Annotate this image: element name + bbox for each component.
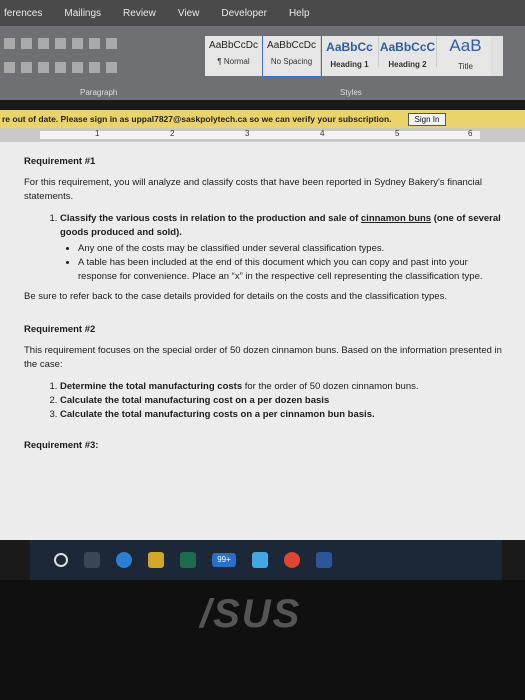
ruler-mark: 4 bbox=[320, 129, 325, 138]
ribbon-tabs: ferences Mailings Review View Developer … bbox=[0, 0, 525, 26]
align-right-icon[interactable] bbox=[38, 62, 49, 73]
mail-badge[interactable]: 99+ bbox=[212, 553, 236, 567]
ruler-mark: 1 bbox=[95, 129, 100, 138]
list-item: Classify the various costs in relation t… bbox=[60, 212, 503, 284]
borders-icon[interactable] bbox=[106, 62, 117, 73]
decrease-indent-icon[interactable] bbox=[55, 38, 66, 49]
increase-indent-icon[interactable] bbox=[72, 38, 83, 49]
style-no-spacing[interactable]: AaBbCcDc No Spacing bbox=[262, 35, 322, 77]
line-spacing-icon[interactable] bbox=[72, 62, 83, 73]
styles-scroll[interactable] bbox=[491, 36, 503, 76]
requirement-1-list: Classify the various costs in relation t… bbox=[24, 212, 503, 284]
laptop-bezel: /SUS bbox=[0, 580, 525, 700]
justify-icon[interactable] bbox=[55, 62, 66, 73]
tab-review[interactable]: Review bbox=[123, 8, 156, 19]
requirement-1-intro: For this requirement, you will analyze a… bbox=[24, 177, 483, 202]
subscription-notice: re out of date. Please sign in as uppal7… bbox=[0, 110, 525, 128]
ribbon: AaBbCcDc ¶ Normal AaBbCcDc No Spacing Aa… bbox=[0, 26, 525, 88]
ruler-track bbox=[40, 131, 480, 139]
align-left-icon[interactable] bbox=[4, 62, 15, 73]
store-icon[interactable] bbox=[180, 552, 196, 568]
requirement-1-bullets: Any one of the costs may be classified u… bbox=[60, 242, 503, 284]
ruler[interactable]: 1 2 3 4 5 6 bbox=[0, 128, 525, 142]
requirement-3-heading: Requirement #3: bbox=[24, 440, 99, 451]
ruler-mark: 5 bbox=[395, 129, 400, 138]
multilevel-list-icon[interactable] bbox=[38, 38, 49, 49]
word-icon[interactable] bbox=[316, 552, 332, 568]
list-item: Calculate the total manufacturing costs … bbox=[60, 408, 503, 422]
notice-message: re out of date. Please sign in as uppal7… bbox=[2, 114, 392, 124]
search-icon[interactable] bbox=[54, 553, 68, 567]
ribbon-group-labels: Paragraph Styles bbox=[0, 88, 525, 100]
ruler-mark: 3 bbox=[245, 129, 250, 138]
chrome-icon[interactable] bbox=[284, 552, 300, 568]
group-label-styles: Styles bbox=[340, 88, 362, 97]
app-icon[interactable] bbox=[252, 552, 268, 568]
tab-view[interactable]: View bbox=[178, 8, 200, 19]
style-title[interactable]: AaB Title bbox=[437, 36, 495, 76]
style-heading-2[interactable]: AaBbCcC Heading 2 bbox=[379, 36, 437, 69]
group-label-paragraph: Paragraph bbox=[80, 88, 118, 97]
requirement-1-heading: Requirement #1 bbox=[24, 156, 96, 167]
ruler-mark: 6 bbox=[468, 129, 473, 138]
document-page[interactable]: Requirement #1 For this requirement, you… bbox=[0, 142, 525, 540]
style-normal[interactable]: AaBbCcDc ¶ Normal bbox=[205, 36, 263, 76]
style-heading-1[interactable]: AaBbCc Heading 1 bbox=[321, 36, 379, 69]
sign-in-button[interactable]: Sign In bbox=[407, 112, 447, 126]
task-view-icon[interactable] bbox=[84, 552, 100, 568]
numbering-icon[interactable] bbox=[21, 38, 32, 49]
edge-icon[interactable] bbox=[116, 552, 132, 568]
ruler-mark: 2 bbox=[170, 129, 175, 138]
tab-developer[interactable]: Developer bbox=[221, 8, 267, 19]
requirement-2-intro: This requirement focuses on the special … bbox=[24, 345, 502, 370]
list-item: Calculate the total manufacturing cost o… bbox=[60, 394, 503, 408]
brand-logo: /SUS bbox=[200, 592, 302, 636]
list-item: A table has been included at the end of … bbox=[78, 256, 503, 284]
align-center-icon[interactable] bbox=[21, 62, 32, 73]
paragraph-tools-row2 bbox=[0, 62, 199, 76]
requirement-1-note: Be sure to refer back to the case detail… bbox=[24, 291, 447, 302]
sort-icon[interactable] bbox=[89, 38, 100, 49]
requirement-2-heading: Requirement #2 bbox=[24, 324, 96, 335]
paragraph-tools-row1 bbox=[0, 38, 199, 52]
file-explorer-icon[interactable] bbox=[148, 552, 164, 568]
pilcrow-icon[interactable] bbox=[106, 38, 117, 49]
tab-references[interactable]: ferences bbox=[4, 8, 42, 19]
list-item: Determine the total manufacturing costs … bbox=[60, 380, 503, 394]
shading-icon[interactable] bbox=[89, 62, 100, 73]
taskbar: 99+ bbox=[30, 540, 502, 580]
tab-help[interactable]: Help bbox=[289, 8, 310, 19]
bullets-icon[interactable] bbox=[4, 38, 15, 49]
requirement-2-list: Determine the total manufacturing costs … bbox=[24, 380, 503, 422]
list-item: Any one of the costs may be classified u… bbox=[78, 242, 503, 256]
styles-gallery: AaBbCcDc ¶ Normal AaBbCcDc No Spacing Aa… bbox=[205, 35, 495, 77]
tab-mailings[interactable]: Mailings bbox=[64, 8, 101, 19]
